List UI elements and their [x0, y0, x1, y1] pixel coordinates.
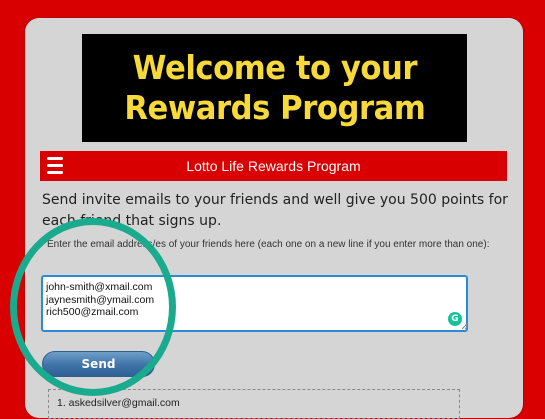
grammarly-icon[interactable]: G — [448, 312, 462, 326]
send-button[interactable]: Send — [42, 351, 155, 377]
friend-emails-textarea[interactable]: john-smith@xmail.com jaynesmith@ymail.co… — [41, 275, 468, 332]
welcome-banner: Welcome to your Rewards Program — [82, 34, 467, 142]
navbar-title: Lotto Life Rewards Program — [186, 158, 361, 174]
intro-text: Send invite emails to your friends and w… — [42, 192, 508, 229]
list-item: 1. askedsilver@gmail.com — [57, 397, 180, 409]
navbar: Lotto Life Rewards Program — [40, 151, 507, 181]
email-help-text: Enter the email address/es of your frien… — [47, 239, 490, 250]
email-line: john-smith@xmail.com — [46, 281, 153, 293]
invite-list: 1. askedsilver@gmail.com — [48, 389, 460, 419]
email-line: rich500@zmail.com — [46, 306, 139, 318]
email-line: jaynesmith@ymail.com — [46, 293, 155, 306]
banner-title: Welcome to your Rewards Program — [123, 48, 426, 127]
resize-handle-icon[interactable] — [462, 323, 468, 329]
